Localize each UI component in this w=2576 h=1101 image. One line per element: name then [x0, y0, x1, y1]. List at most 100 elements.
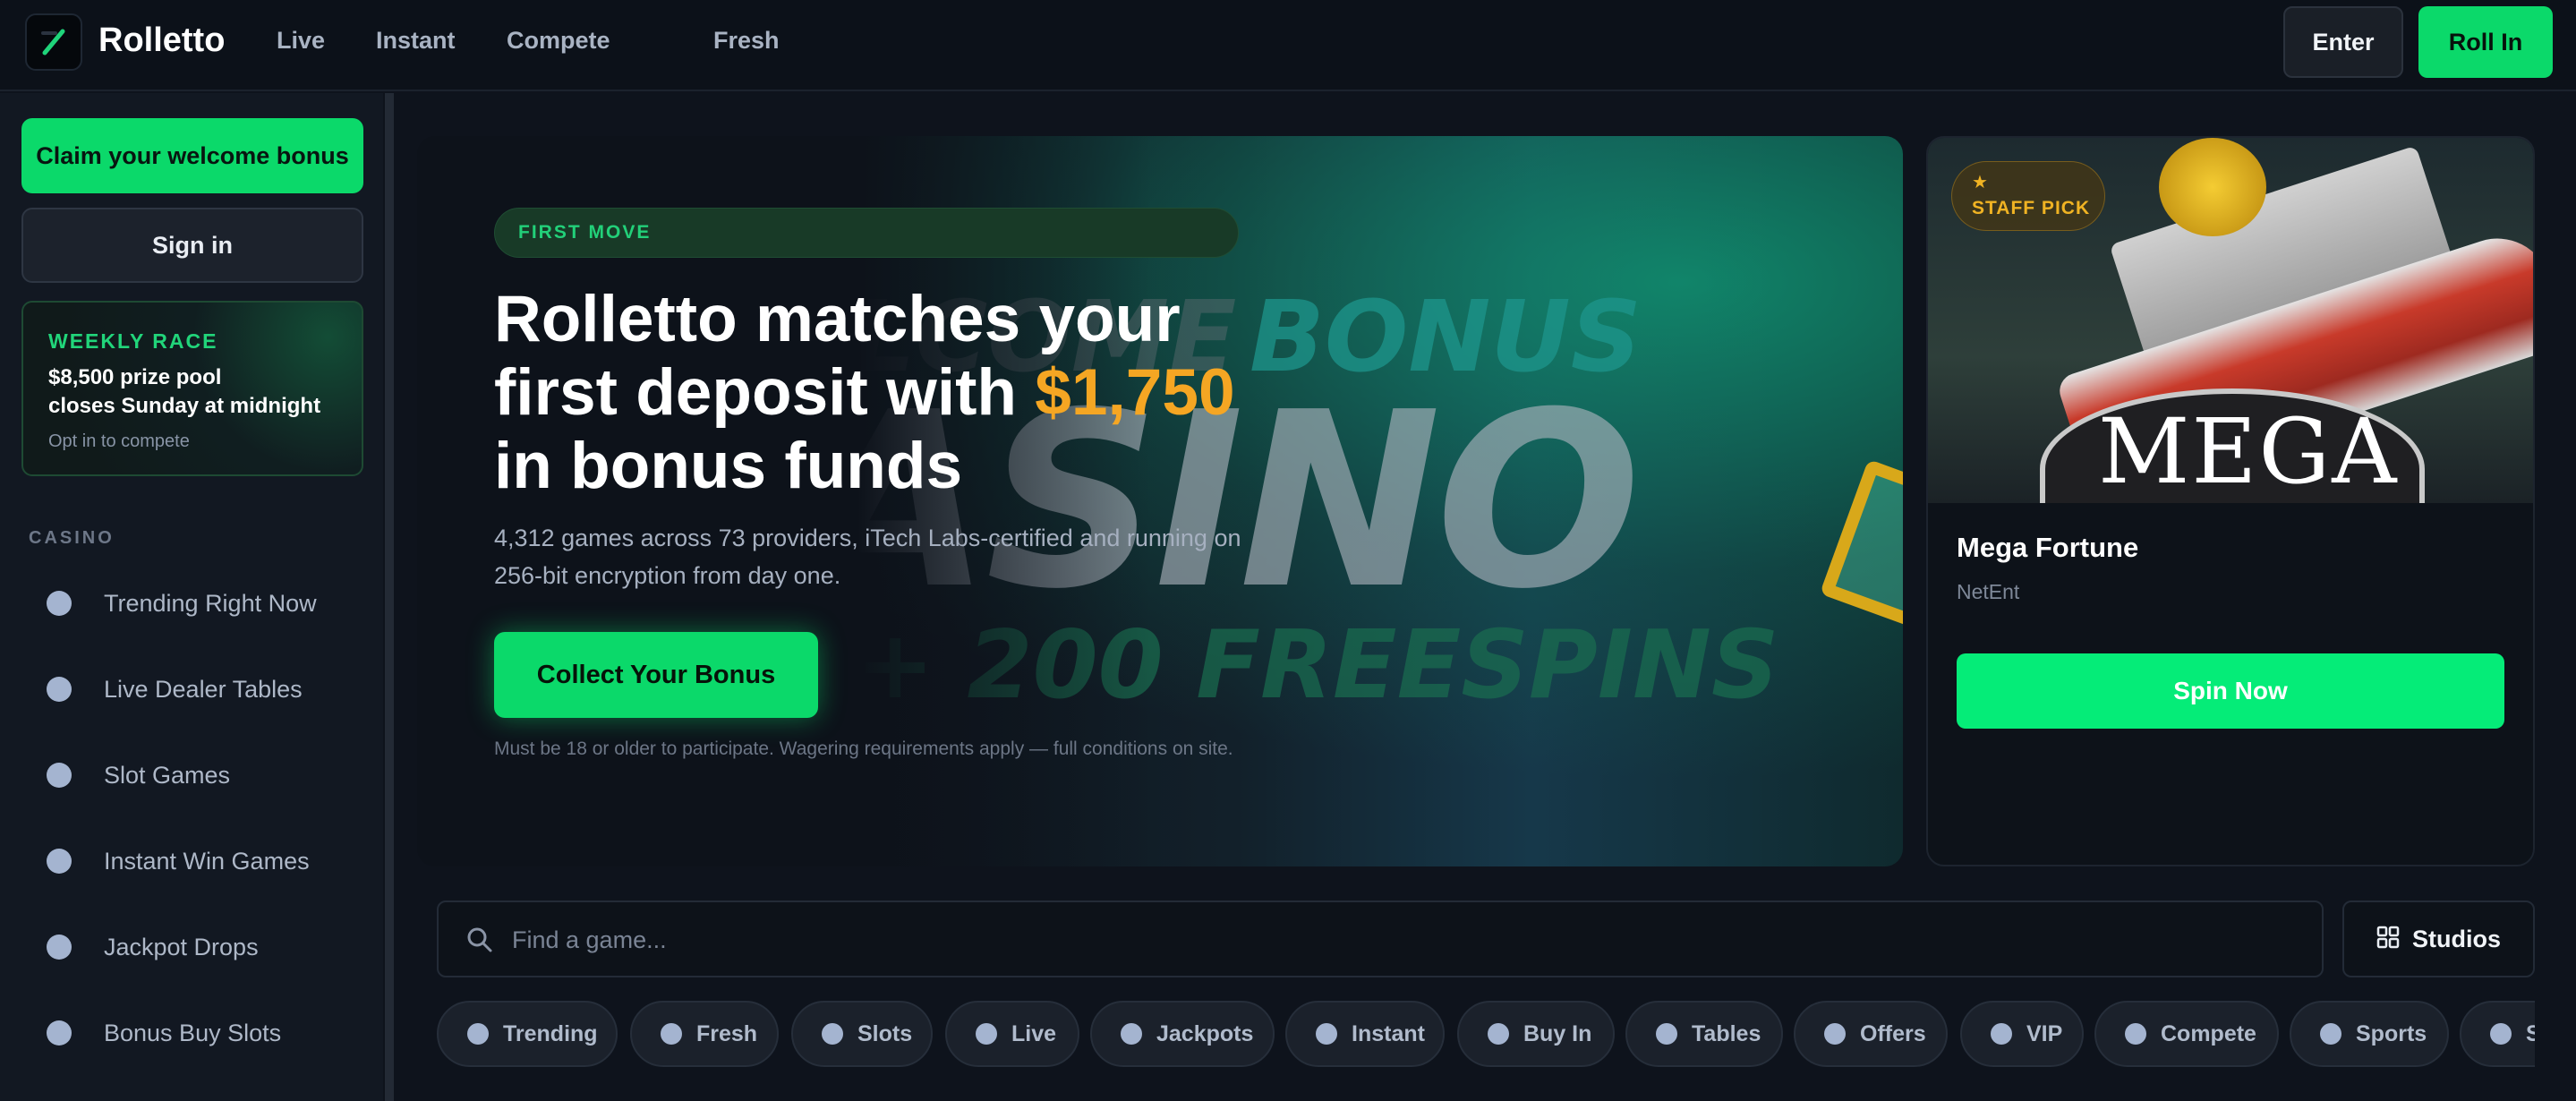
category-dot-icon	[1991, 1023, 2012, 1045]
staff-pick-badge: ★ STAFF PICK	[1951, 161, 2105, 231]
category-chip-bar[interactable]: Trending Fresh Slots Live Jackpots Insta…	[437, 1001, 2535, 1069]
chip-label: Fresh	[696, 1020, 758, 1046]
hero-title-part2: in bonus funds	[494, 430, 963, 502]
chip-slots[interactable]: Slots	[791, 1001, 933, 1067]
race-opt-in-note: Opt in to compete	[48, 431, 190, 451]
race-deadline: closes Sunday at midnight	[48, 394, 321, 418]
category-dot-icon	[1121, 1023, 1142, 1045]
spin-now-button[interactable]: Spin Now	[1957, 653, 2504, 729]
sidebar-item-live-dealer[interactable]: Live Dealer Tables	[21, 653, 363, 725]
hero-badge: FIRST MOVE	[494, 208, 1239, 258]
chip-vip[interactable]: VIP	[1960, 1001, 2084, 1067]
chip-partial[interactable]: Sc	[2460, 1001, 2535, 1067]
collect-bonus-button[interactable]: Collect Your Bonus	[494, 632, 818, 718]
claim-bonus-button[interactable]: Claim your welcome bonus	[21, 118, 363, 193]
sidebar-item-label: Instant Win Games	[104, 847, 310, 875]
weekly-race-card[interactable]: WEEKLY RACE $8,500 prize pool closes Sun…	[21, 301, 363, 476]
gold-coin-art	[2159, 138, 2266, 236]
sidebar-item-instant-win[interactable]: Instant Win Games	[21, 825, 363, 897]
category-dot-icon	[1824, 1023, 1846, 1045]
chip-label: Tables	[1692, 1020, 1761, 1046]
top-bar: Rolletto Live Instant Compete Fresh Ente…	[0, 0, 2576, 91]
hero-subtitle: 4,312 games across 73 providers, iTech L…	[494, 525, 1241, 589]
chip-label: Live	[1011, 1020, 1057, 1046]
grid-icon	[2376, 926, 2400, 953]
staff-pick-label: STAFF PICK	[1972, 198, 2091, 218]
chip-label: Jackpots	[1156, 1020, 1254, 1046]
chip-label: Offers	[1860, 1020, 1926, 1046]
chip-label: Sc	[2526, 1020, 2535, 1046]
sidebar-item-label: Slot Games	[104, 761, 231, 789]
race-prize: $8,500 prize pool	[48, 365, 222, 389]
chip-label: VIP	[2026, 1020, 2063, 1046]
chip-jackpots[interactable]: Jackpots	[1090, 1001, 1275, 1067]
chip-label: Trending	[503, 1020, 598, 1046]
category-dot-icon	[467, 1023, 489, 1045]
category-dot-icon	[1316, 1023, 1337, 1045]
sidebar-item-bonus-buy[interactable]: Bonus Buy Slots	[21, 997, 363, 1069]
nav-fresh[interactable]: Fresh	[713, 27, 780, 55]
chip-label: Slots	[857, 1020, 913, 1046]
category-dot-icon	[2320, 1023, 2341, 1045]
star-icon: ★	[1972, 173, 1988, 192]
game-title: Mega Fortune	[1957, 532, 2139, 563]
category-dot-icon	[47, 763, 72, 788]
game-thumbnail[interactable]: MEGA ★ STAFF PICK	[1928, 138, 2533, 503]
hero-bonus-amount: $1,750	[1035, 356, 1235, 429]
chip-sports[interactable]: Sports	[2290, 1001, 2449, 1067]
chip-live[interactable]: Live	[945, 1001, 1079, 1067]
chip-tables[interactable]: Tables	[1625, 1001, 1783, 1067]
search-icon	[465, 926, 494, 959]
sidebar-item-label: Bonus Buy Slots	[104, 1019, 282, 1046]
category-dot-icon	[47, 677, 72, 702]
featured-game-card[interactable]: MEGA ★ STAFF PICK Mega Fortune NetEnt Sp…	[1926, 136, 2535, 866]
search-bar[interactable]	[437, 900, 2324, 977]
section-label-casino: CASINO	[29, 528, 115, 548]
sidebar-item-label: Jackpot Drops	[104, 933, 259, 960]
category-dot-icon	[822, 1023, 843, 1045]
hero-title: Rolletto matches your first deposit with…	[494, 283, 1300, 503]
chip-label: Sports	[2356, 1020, 2427, 1046]
search-input[interactable]	[512, 917, 2284, 963]
category-dot-icon	[976, 1023, 997, 1045]
sidebar: Claim your welcome bonus Sign in WEEKLY …	[0, 93, 383, 1101]
chip-buy-in[interactable]: Buy In	[1457, 1001, 1615, 1067]
category-dot-icon	[47, 591, 72, 616]
hero-terms: Must be 18 or older to participate. Wage…	[494, 738, 1233, 759]
chip-offers[interactable]: Offers	[1794, 1001, 1948, 1067]
chip-compete[interactable]: Compete	[2094, 1001, 2279, 1067]
sidebar-item-jackpot[interactable]: Jackpot Drops	[21, 911, 363, 983]
sidebar-item-label: Trending Right Now	[104, 589, 317, 617]
brand-name[interactable]: Rolletto	[98, 21, 225, 60]
gem-decoration	[1819, 458, 1903, 637]
category-dot-icon	[2490, 1023, 2512, 1045]
nav-live[interactable]: Live	[277, 27, 325, 55]
logo-icon[interactable]	[25, 13, 82, 71]
race-title: WEEKLY RACE	[48, 329, 218, 353]
chip-trending[interactable]: Trending	[437, 1001, 618, 1067]
game-provider: NetEnt	[1957, 580, 2020, 603]
studios-button[interactable]: Studios	[2342, 900, 2535, 977]
sidebar-scrollbar[interactable]	[385, 93, 394, 1101]
studios-label: Studios	[2412, 925, 2501, 952]
chip-label: Compete	[2161, 1020, 2256, 1046]
chip-label: Buy In	[1523, 1020, 1592, 1046]
sign-in-button[interactable]: Sign in	[21, 208, 363, 283]
category-dot-icon	[47, 849, 72, 874]
enter-button[interactable]: Enter	[2283, 6, 2403, 78]
category-dot-icon	[1656, 1023, 1677, 1045]
game-logo-text: MEGA	[2098, 399, 2399, 503]
sidebar-item-label: Live Dealer Tables	[104, 675, 303, 703]
chip-label: Instant	[1352, 1020, 1425, 1046]
chip-instant[interactable]: Instant	[1285, 1001, 1445, 1067]
category-dot-icon	[2125, 1023, 2146, 1045]
roll-in-button[interactable]: Roll In	[2418, 6, 2553, 78]
sidebar-item-trending[interactable]: Trending Right Now	[21, 568, 363, 639]
sidebar-item-slots[interactable]: Slot Games	[21, 739, 363, 811]
category-dot-icon	[661, 1023, 682, 1045]
nav-compete[interactable]: Compete	[507, 27, 610, 55]
chip-fresh[interactable]: Fresh	[630, 1001, 779, 1067]
category-dot-icon	[1488, 1023, 1509, 1045]
category-dot-icon	[47, 1020, 72, 1046]
nav-instant[interactable]: Instant	[376, 27, 456, 55]
